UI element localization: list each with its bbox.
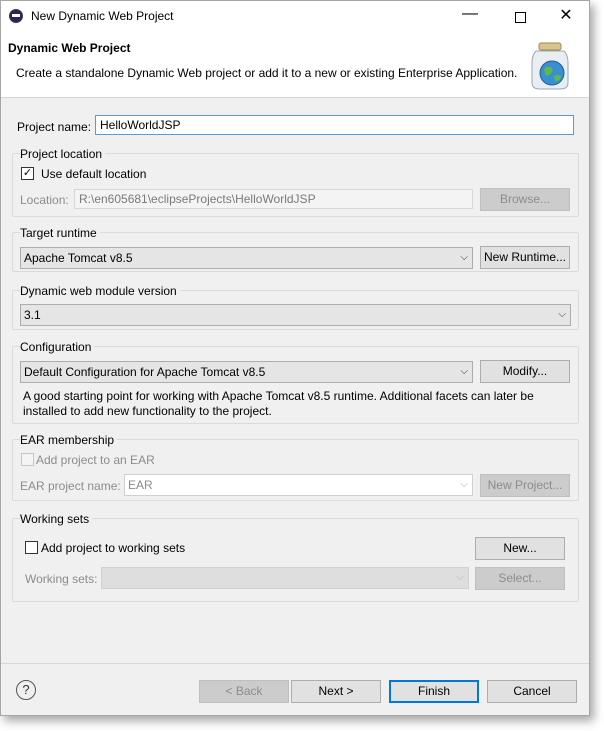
- maximize-icon: [514, 11, 526, 23]
- configuration-description-line1: A good starting point for working with A…: [23, 389, 534, 403]
- project-name-input[interactable]: HelloWorldJSP: [95, 115, 574, 135]
- new-runtime-button[interactable]: New Runtime...: [480, 246, 570, 269]
- ear-project-name-value: EAR: [128, 478, 153, 492]
- title-bar: New Dynamic Web Project — ✕: [1, 1, 589, 31]
- target-runtime-title: Target runtime: [20, 226, 100, 240]
- module-version-value: 3.1: [24, 308, 41, 322]
- chevron-down-icon: ⌵: [460, 252, 468, 263]
- project-location-title: Project location: [20, 147, 106, 161]
- location-label: Location:: [20, 193, 69, 207]
- back-button[interactable]: < Back: [199, 680, 289, 703]
- target-runtime-select[interactable]: Apache Tomcat v8.5 ⌵: [20, 247, 473, 269]
- new-ear-project-button[interactable]: New Project...: [480, 474, 570, 497]
- banner-title: Dynamic Web Project: [8, 41, 131, 55]
- minimize-button[interactable]: —: [447, 1, 493, 31]
- next-button[interactable]: Next >: [291, 680, 381, 703]
- close-button[interactable]: ✕: [543, 1, 589, 31]
- modify-button[interactable]: Modify...: [480, 360, 570, 383]
- ear-project-name-select[interactable]: EAR ⌵: [124, 474, 473, 496]
- eclipse-app-icon: [9, 9, 23, 23]
- use-default-location-label: Use default location: [41, 167, 147, 181]
- cancel-button[interactable]: Cancel: [487, 680, 577, 703]
- wizard-banner: Dynamic Web Project Create a standalone …: [1, 31, 589, 98]
- dialog-window: New Dynamic Web Project — ✕ Dynamic Web …: [0, 0, 590, 716]
- select-working-sets-button[interactable]: Select...: [475, 567, 565, 590]
- add-to-working-sets-checkbox[interactable]: [25, 541, 38, 554]
- location-input[interactable]: R:\en605681\eclipseProjects\HelloWorldJS…: [74, 189, 473, 209]
- chevron-down-icon: ⌵: [460, 479, 468, 490]
- project-name-label: Project name:: [17, 120, 92, 134]
- ear-membership-title: EAR membership: [20, 433, 118, 447]
- add-to-ear-checkbox[interactable]: [21, 453, 34, 466]
- chevron-down-icon: ⌵: [456, 572, 464, 583]
- add-to-ear-label: Add project to an EAR: [36, 453, 155, 467]
- module-version-select[interactable]: 3.1 ⌵: [20, 304, 571, 326]
- use-default-location-checkbox[interactable]: ✓: [21, 167, 34, 180]
- chevron-down-icon: ⌵: [460, 366, 468, 377]
- configuration-description-line2: installed to add new functionality to th…: [23, 404, 272, 418]
- jar-globe-icon: [531, 42, 569, 90]
- add-to-working-sets-label: Add project to working sets: [41, 541, 186, 555]
- ear-project-name-label: EAR project name:: [20, 479, 121, 493]
- target-runtime-value: Apache Tomcat v8.5: [24, 251, 133, 265]
- maximize-button[interactable]: [497, 1, 543, 31]
- module-version-title: Dynamic web module version: [20, 284, 180, 298]
- checkmark-icon: ✓: [22, 167, 33, 179]
- working-sets-label: Working sets:: [25, 572, 98, 586]
- working-sets-select[interactable]: ⌵: [101, 567, 469, 589]
- banner-description: Create a standalone Dynamic Web project …: [16, 66, 518, 80]
- chevron-down-icon: ⌵: [558, 309, 566, 320]
- wizard-footer: ? < Back Next > Finish Cancel: [1, 663, 589, 715]
- configuration-select[interactable]: Default Configuration for Apache Tomcat …: [20, 361, 473, 383]
- new-working-set-button[interactable]: New...: [475, 537, 565, 560]
- wizard-content: Project name: HelloWorldJSP Project loca…: [1, 98, 589, 663]
- finish-button[interactable]: Finish: [389, 680, 479, 703]
- working-sets-title: Working sets: [20, 512, 93, 526]
- browse-button[interactable]: Browse...: [480, 188, 570, 211]
- configuration-title: Configuration: [20, 340, 95, 354]
- window-title: New Dynamic Web Project: [31, 9, 174, 23]
- help-icon[interactable]: ?: [16, 680, 36, 700]
- configuration-value: Default Configuration for Apache Tomcat …: [24, 365, 266, 379]
